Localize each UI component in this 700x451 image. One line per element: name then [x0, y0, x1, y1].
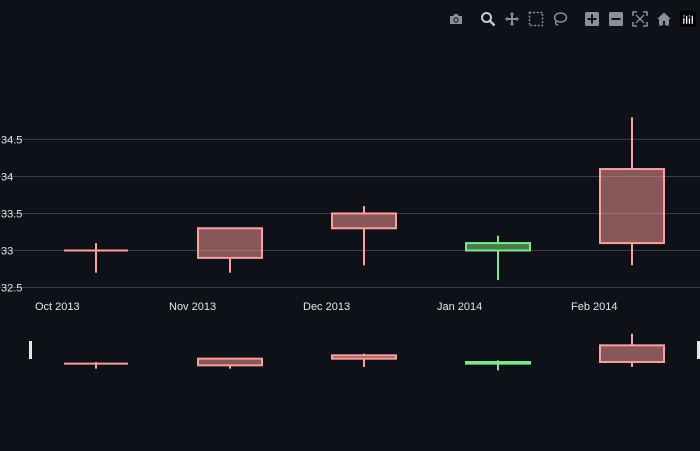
candles[interactable] — [64, 117, 665, 281]
candle-body — [331, 212, 397, 230]
candle-body — [465, 361, 531, 365]
x-tick-label: Nov 2013 — [169, 301, 216, 313]
x-tick-label: Jan 2014 — [437, 301, 482, 313]
candle[interactable] — [64, 243, 128, 273]
candle-mini[interactable] — [599, 333, 665, 367]
modebar — [444, 8, 700, 30]
y-tick-label: 33 — [1, 245, 13, 257]
candle-body — [599, 344, 665, 364]
candle-mini[interactable] — [331, 353, 397, 367]
plotly-logo-icon[interactable] — [676, 8, 700, 30]
zoom-icon[interactable] — [476, 8, 500, 30]
zoom-in-icon[interactable] — [580, 8, 604, 30]
range-slider[interactable] — [29, 333, 700, 371]
x-axis-ticks: Oct 2013 Nov 2013 Dec 2013 Jan 2014 Feb 2014 — [35, 301, 617, 313]
range-slider-left-handle[interactable] — [29, 341, 32, 359]
autoscale-icon[interactable] — [628, 8, 652, 30]
candle-body — [599, 168, 665, 245]
candle-mini[interactable] — [465, 360, 531, 371]
candle-mini[interactable] — [64, 362, 128, 369]
x-tick-label: Oct 2013 — [35, 301, 80, 313]
camera-icon[interactable] — [444, 8, 468, 30]
box-select-icon[interactable] — [524, 8, 548, 30]
y-tick-label: 32.5 — [1, 283, 22, 295]
reset-axes-icon[interactable] — [652, 8, 676, 30]
x-tick-label: Dec 2013 — [303, 301, 350, 313]
candle-body — [465, 242, 531, 252]
zoom-out-icon[interactable] — [604, 8, 628, 30]
candlestick-chart[interactable]: 32.5 33 33.5 34 34.5 Oct 2013 Nov 2013 Dec 201… — [0, 0, 700, 451]
candle-body — [197, 227, 263, 259]
y-tick-label: 33.5 — [1, 208, 22, 220]
candle-body — [331, 354, 397, 360]
candle[interactable] — [197, 227, 263, 273]
candle[interactable] — [331, 206, 397, 266]
candle[interactable] — [465, 235, 531, 281]
candle-body — [197, 357, 263, 367]
x-tick-label: Feb 2014 — [571, 301, 617, 313]
lasso-select-icon[interactable] — [548, 8, 572, 30]
candle-mini[interactable] — [197, 357, 263, 369]
y-axis-ticks: 32.5 33 33.5 34 34.5 — [1, 134, 22, 294]
pan-icon[interactable] — [500, 8, 524, 30]
y-tick-label: 34 — [1, 171, 13, 183]
y-tick-label: 34.5 — [1, 134, 22, 146]
